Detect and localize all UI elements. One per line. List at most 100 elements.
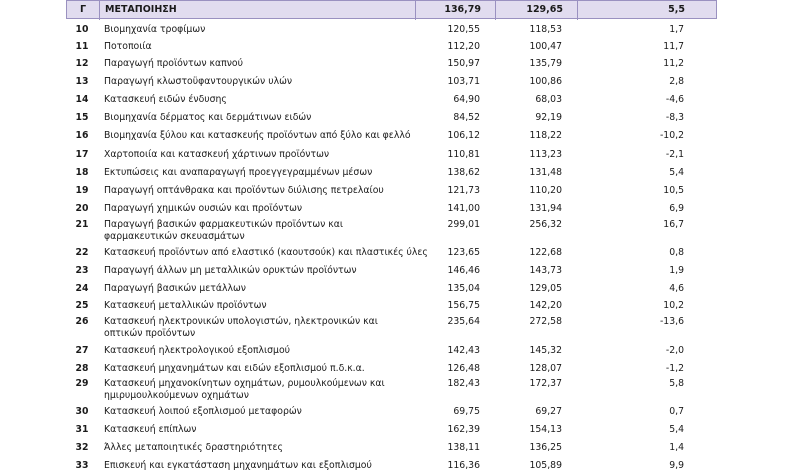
row-value-2: 92,19 [535, 112, 562, 123]
section-name: ΜΕΤΑΠΟΙΗΣΗ [105, 4, 177, 15]
row-code: 25 [75, 300, 89, 311]
row-value-2: 131,94 [529, 203, 562, 214]
row-code: 24 [75, 283, 89, 294]
row-name: Βιομηχανία ξύλου και κατασκευής προϊόντω… [104, 130, 411, 141]
row-value-2: 100,47 [529, 41, 562, 52]
row-code: 19 [75, 185, 89, 196]
row-name: Παραγωγή βασικών μετάλλων [104, 283, 246, 294]
row-change: 11,7 [663, 41, 684, 52]
row-value-2: 113,23 [529, 149, 562, 160]
row-code: 27 [75, 345, 89, 356]
row-value-1: 123,65 [447, 247, 480, 258]
row-change: 1,4 [669, 442, 684, 453]
row-value-1: 135,04 [447, 283, 480, 294]
row-value-1: 235,64 [447, 316, 480, 327]
row-value-1: 150,97 [447, 58, 480, 69]
row-value-1: 146,46 [447, 265, 480, 276]
row-change: -2,1 [665, 149, 684, 160]
row-name: Κατασκευή μηχανοκίνητων οχημάτων, ρυμουλ… [104, 378, 385, 401]
row-value-1: 162,39 [447, 424, 480, 435]
row-value-1: 156,75 [447, 300, 480, 311]
row-value-1: 182,43 [447, 378, 480, 389]
row-name: Κατασκευή ηλεκτρολογικού εξοπλισμού [104, 345, 291, 356]
row-name: Κατασκευή μηχανημάτων και ειδών εξοπλισμ… [104, 363, 365, 374]
row-code: 33 [75, 460, 89, 471]
row-change: 5,8 [669, 378, 684, 389]
row-name: Ποτοποιία [104, 41, 152, 52]
row-name: Κατασκευή λοιπού εξοπλισμού μεταφορών [104, 406, 302, 417]
row-value-1: 69,75 [453, 406, 480, 417]
row-value-1: 121,73 [447, 185, 480, 196]
header-divider [577, 1, 578, 20]
row-name: Κατασκευή μεταλλικών προϊόντων [104, 300, 267, 311]
row-code: 21 [75, 219, 89, 230]
row-code: 31 [75, 424, 89, 435]
row-name: Κατασκευή επίπλων [104, 424, 197, 435]
header-divider [99, 1, 100, 20]
row-code: 17 [75, 149, 89, 160]
row-change: 0,7 [669, 406, 684, 417]
row-change: 4,6 [669, 283, 684, 294]
row-change: 5,4 [669, 424, 684, 435]
row-code: 20 [75, 203, 89, 214]
row-code: 18 [75, 167, 89, 178]
row-value-2: 154,13 [529, 424, 562, 435]
row-change: 10,2 [663, 300, 684, 311]
row-value-2: 118,22 [529, 130, 562, 141]
row-code: 15 [75, 112, 89, 123]
row-value-1: 112,20 [447, 41, 480, 52]
row-value-1: 138,11 [447, 442, 480, 453]
row-value-2: 69,27 [535, 406, 562, 417]
row-name: Βιομηχανία δέρματος και δερμάτινων ειδών [104, 112, 312, 123]
row-value-2: 136,25 [529, 442, 562, 453]
row-value-1: 141,00 [447, 203, 480, 214]
row-change: 16,7 [663, 219, 684, 230]
row-code: 22 [75, 247, 89, 258]
row-value-1: 106,12 [447, 130, 480, 141]
row-name: Χαρτοποιία και κατασκευή χάρτινων προϊόν… [104, 149, 330, 160]
row-value-2: 122,68 [529, 247, 562, 258]
row-code: 23 [75, 265, 89, 276]
row-value-2: 128,07 [529, 363, 562, 374]
row-code: 29 [75, 378, 89, 389]
row-change: 6,9 [669, 203, 684, 214]
row-value-1: 64,90 [453, 94, 480, 105]
row-value-1: 116,36 [447, 460, 480, 471]
row-change: -8,3 [665, 112, 684, 123]
row-name: Βιομηχανία τροφίμων [104, 24, 206, 35]
section-value-2: 129,65 [526, 4, 563, 15]
row-value-2: 129,05 [529, 283, 562, 294]
section-change: 5,5 [668, 4, 685, 15]
row-value-1: 84,52 [453, 112, 480, 123]
row-name: Παραγωγή οπτάνθρακα και προϊόντων διύλισ… [104, 185, 384, 196]
row-value-2: 143,73 [529, 265, 562, 276]
row-code: 13 [75, 76, 89, 87]
row-change: 0,8 [669, 247, 684, 258]
row-change: -10,2 [659, 130, 684, 141]
row-change: -13,6 [659, 316, 684, 327]
row-value-2: 145,32 [529, 345, 562, 356]
row-value-1: 120,55 [447, 24, 480, 35]
row-value-2: 118,53 [529, 24, 562, 35]
row-value-2: 68,03 [535, 94, 562, 105]
section-header-row: Γ ΜΕΤΑΠΟΙΗΣΗ 136,79 129,65 5,5 [66, 0, 717, 20]
document-page: Γ ΜΕΤΑΠΟΙΗΣΗ 136,79 129,65 5,5 10 Βιομηχ… [0, 0, 793, 473]
row-name: Παραγωγή κλωστοϋφαντουργικών υλών [104, 76, 293, 87]
row-code: 16 [75, 130, 89, 141]
row-name: Κατασκευή προϊόντων από ελαστικό (καουτσ… [104, 247, 428, 258]
row-change: 5,4 [669, 167, 684, 178]
row-name: Επισκευή και εγκατάσταση μηχανημάτων και… [104, 460, 372, 471]
row-change: 10,5 [663, 185, 684, 196]
row-code: 26 [75, 316, 89, 327]
row-code: 32 [75, 442, 89, 453]
row-value-1: 110,81 [447, 149, 480, 160]
section-code: Γ [79, 4, 87, 15]
row-name: Παραγωγή άλλων μη μεταλλικών ορυκτών προ… [104, 265, 357, 276]
row-value-2: 272,58 [529, 316, 562, 327]
row-value-2: 110,20 [529, 185, 562, 196]
row-code: 12 [75, 58, 89, 69]
row-name: Παραγωγή βασικών φαρμακευτικών προϊόντων… [104, 219, 344, 242]
row-change: 1,7 [669, 24, 684, 35]
row-name: Κατασκευή ειδών ένδυσης [104, 94, 227, 105]
row-change: 2,8 [669, 76, 684, 87]
